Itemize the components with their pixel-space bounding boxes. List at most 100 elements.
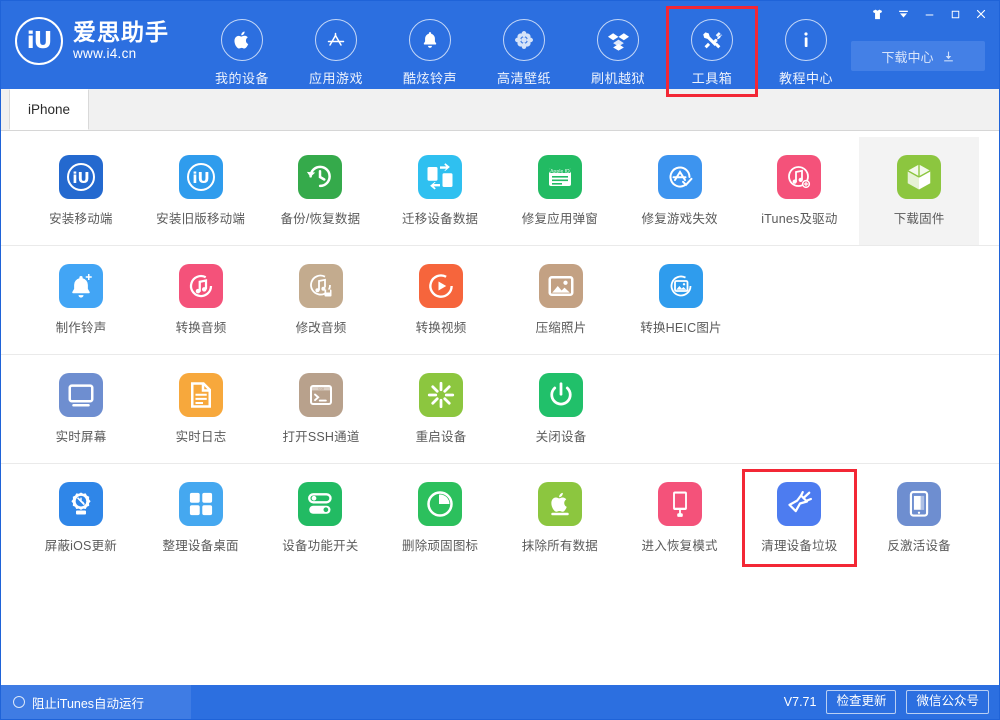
tool-label: 下载固件 <box>894 208 945 227</box>
nav-label: 教程中心 <box>779 68 833 87</box>
tool-label: 转换HEIC图片 <box>640 317 721 336</box>
tool-fix-game-failure[interactable]: 修复游戏失效 <box>620 137 740 245</box>
tool-row: 实时屏幕 实时日志 <box>1 355 999 464</box>
version-label: V7.71 <box>784 695 817 709</box>
recovery-mode-icon <box>658 482 702 526</box>
tool-erase-all-data[interactable]: 抹除所有数据 <box>500 464 620 572</box>
radio-icon[interactable] <box>13 696 25 708</box>
app-header: iU 爱思助手 www.i4.cn 我的设备 <box>1 1 999 89</box>
photo-compress-icon <box>539 264 583 308</box>
tool-deactivate-device[interactable]: 反激活设备 <box>859 464 979 572</box>
nav-item-tutorials[interactable]: 教程中心 <box>759 9 853 87</box>
reboot-icon <box>419 373 463 417</box>
flower-icon <box>503 19 545 61</box>
audio-convert-icon <box>179 264 223 308</box>
tool-edit-audio[interactable]: 修改音频 <box>261 246 381 354</box>
toolbox-content: iU 安装移动端 iU 安装旧版移动端 <box>1 131 999 685</box>
wechat-button[interactable]: 微信公众号 <box>906 690 989 714</box>
tool-label: 迁移设备数据 <box>402 208 478 227</box>
tool-open-ssh[interactable]: SSH 打开SSH通道 <box>261 355 381 463</box>
power-off-icon <box>539 373 583 417</box>
nav-item-ringtones[interactable]: 酷炫铃声 <box>383 9 477 87</box>
tool-label: 打开SSH通道 <box>282 426 359 445</box>
tool-row: iU 安装移动端 iU 安装旧版移动端 <box>1 137 999 246</box>
tool-label: 删除顽固图标 <box>402 535 478 554</box>
ringtone-make-icon <box>59 264 103 308</box>
tool-convert-audio[interactable]: 转换音频 <box>141 246 261 354</box>
tool-clean-junk[interactable]: 清理设备垃圾 <box>740 464 860 572</box>
tool-power-off-device[interactable]: 关闭设备 <box>501 355 621 463</box>
block-itunes-toggle[interactable]: 阻止iTunes自动运行 <box>1 685 191 719</box>
live-screen-icon <box>59 373 103 417</box>
menu-caret-icon[interactable] <box>891 3 915 25</box>
main-nav: 我的设备 应用游戏 <box>195 9 853 87</box>
tool-convert-video[interactable]: 转换视频 <box>381 246 501 354</box>
migrate-data-icon <box>418 155 462 199</box>
tool-itunes-drivers[interactable]: iTunes及驱动 <box>740 137 860 245</box>
nav-item-my-device[interactable]: 我的设备 <box>195 9 289 87</box>
brand-url: www.i4.cn <box>73 47 169 61</box>
appstore-icon <box>315 19 357 61</box>
tool-convert-heic[interactable]: 转换HEIC图片 <box>621 246 741 354</box>
download-icon <box>942 50 955 63</box>
tool-label: 修改音频 <box>296 317 347 336</box>
block-update-icon <box>59 482 103 526</box>
tool-live-log[interactable]: 实时日志 <box>141 355 261 463</box>
tool-remove-stubborn-icons[interactable]: 删除顽固图标 <box>380 464 500 572</box>
tool-fix-app-popup[interactable]: Apple ID 修复应用弹窗 <box>500 137 620 245</box>
tool-compress-photo[interactable]: 压缩照片 <box>501 246 621 354</box>
tool-row: 制作铃声 转换音频 <box>1 246 999 355</box>
svg-text:iU: iU <box>72 169 89 187</box>
download-center-label: 下载中心 <box>881 47 933 66</box>
status-actions: V7.71 检查更新 微信公众号 <box>784 690 999 714</box>
apple-icon <box>221 19 263 61</box>
video-convert-icon <box>419 264 463 308</box>
tool-arrange-home-screen[interactable]: 整理设备桌面 <box>141 464 261 572</box>
firmware-cube-icon <box>897 155 941 199</box>
i4tools-window: iU 爱思助手 www.i4.cn 我的设备 <box>0 0 1000 720</box>
nav-label: 工具箱 <box>692 68 733 87</box>
tool-backup-restore[interactable]: 备份/恢复数据 <box>261 137 381 245</box>
appleid-card-icon: Apple ID <box>538 155 582 199</box>
tool-recovery-mode[interactable]: 进入恢复模式 <box>620 464 740 572</box>
tool-download-firmware[interactable]: 下载固件 <box>859 137 979 245</box>
ssh-terminal-icon: SSH <box>299 373 343 417</box>
tool-label: 制作铃声 <box>56 317 107 336</box>
nav-item-wallpapers[interactable]: 高清壁纸 <box>477 9 571 87</box>
nav-label: 应用游戏 <box>309 68 363 87</box>
nav-item-flash-jailbreak[interactable]: 刷机越狱 <box>571 9 665 87</box>
block-itunes-label: 阻止iTunes自动运行 <box>32 693 144 712</box>
tool-label: 屏蔽iOS更新 <box>45 535 117 554</box>
nav-item-apps-games[interactable]: 应用游戏 <box>289 9 383 87</box>
window-controls <box>865 3 993 25</box>
info-icon <box>785 19 827 61</box>
maximize-icon[interactable] <box>943 3 967 25</box>
tool-label: 安装移动端 <box>49 208 113 227</box>
tool-label: 抹除所有数据 <box>522 535 598 554</box>
nav-label: 我的设备 <box>215 68 269 87</box>
tool-label: 转换音频 <box>176 317 227 336</box>
download-center-button[interactable]: 下载中心 <box>851 41 985 71</box>
tool-feature-toggle[interactable]: 设备功能开关 <box>261 464 381 572</box>
check-update-button[interactable]: 检查更新 <box>826 690 896 714</box>
tool-migrate-data[interactable]: 迁移设备数据 <box>380 137 500 245</box>
skin-icon[interactable] <box>865 3 889 25</box>
nav-label: 刷机越狱 <box>591 68 645 87</box>
minimize-icon[interactable] <box>917 3 941 25</box>
deactivate-icon <box>897 482 941 526</box>
nav-item-toolbox[interactable]: 工具箱 <box>665 9 759 87</box>
tool-reboot-device[interactable]: 重启设备 <box>381 355 501 463</box>
tool-live-screen[interactable]: 实时屏幕 <box>21 355 141 463</box>
close-icon[interactable] <box>969 3 993 25</box>
tool-install-legacy-mobile[interactable]: iU 安装旧版移动端 <box>141 137 261 245</box>
tool-block-ios-update[interactable]: 屏蔽iOS更新 <box>21 464 141 572</box>
nav-label: 高清壁纸 <box>497 68 551 87</box>
tool-label: 反激活设备 <box>887 535 951 554</box>
tool-label: 压缩照片 <box>536 317 587 336</box>
tool-label: 整理设备桌面 <box>163 535 239 554</box>
tool-install-mobile[interactable]: iU 安装移动端 <box>21 137 141 245</box>
itunes-icon <box>777 155 821 199</box>
tool-make-ringtone[interactable]: 制作铃声 <box>21 246 141 354</box>
i4-logo-icon: iU <box>15 17 63 65</box>
tab-iphone[interactable]: iPhone <box>9 89 89 130</box>
